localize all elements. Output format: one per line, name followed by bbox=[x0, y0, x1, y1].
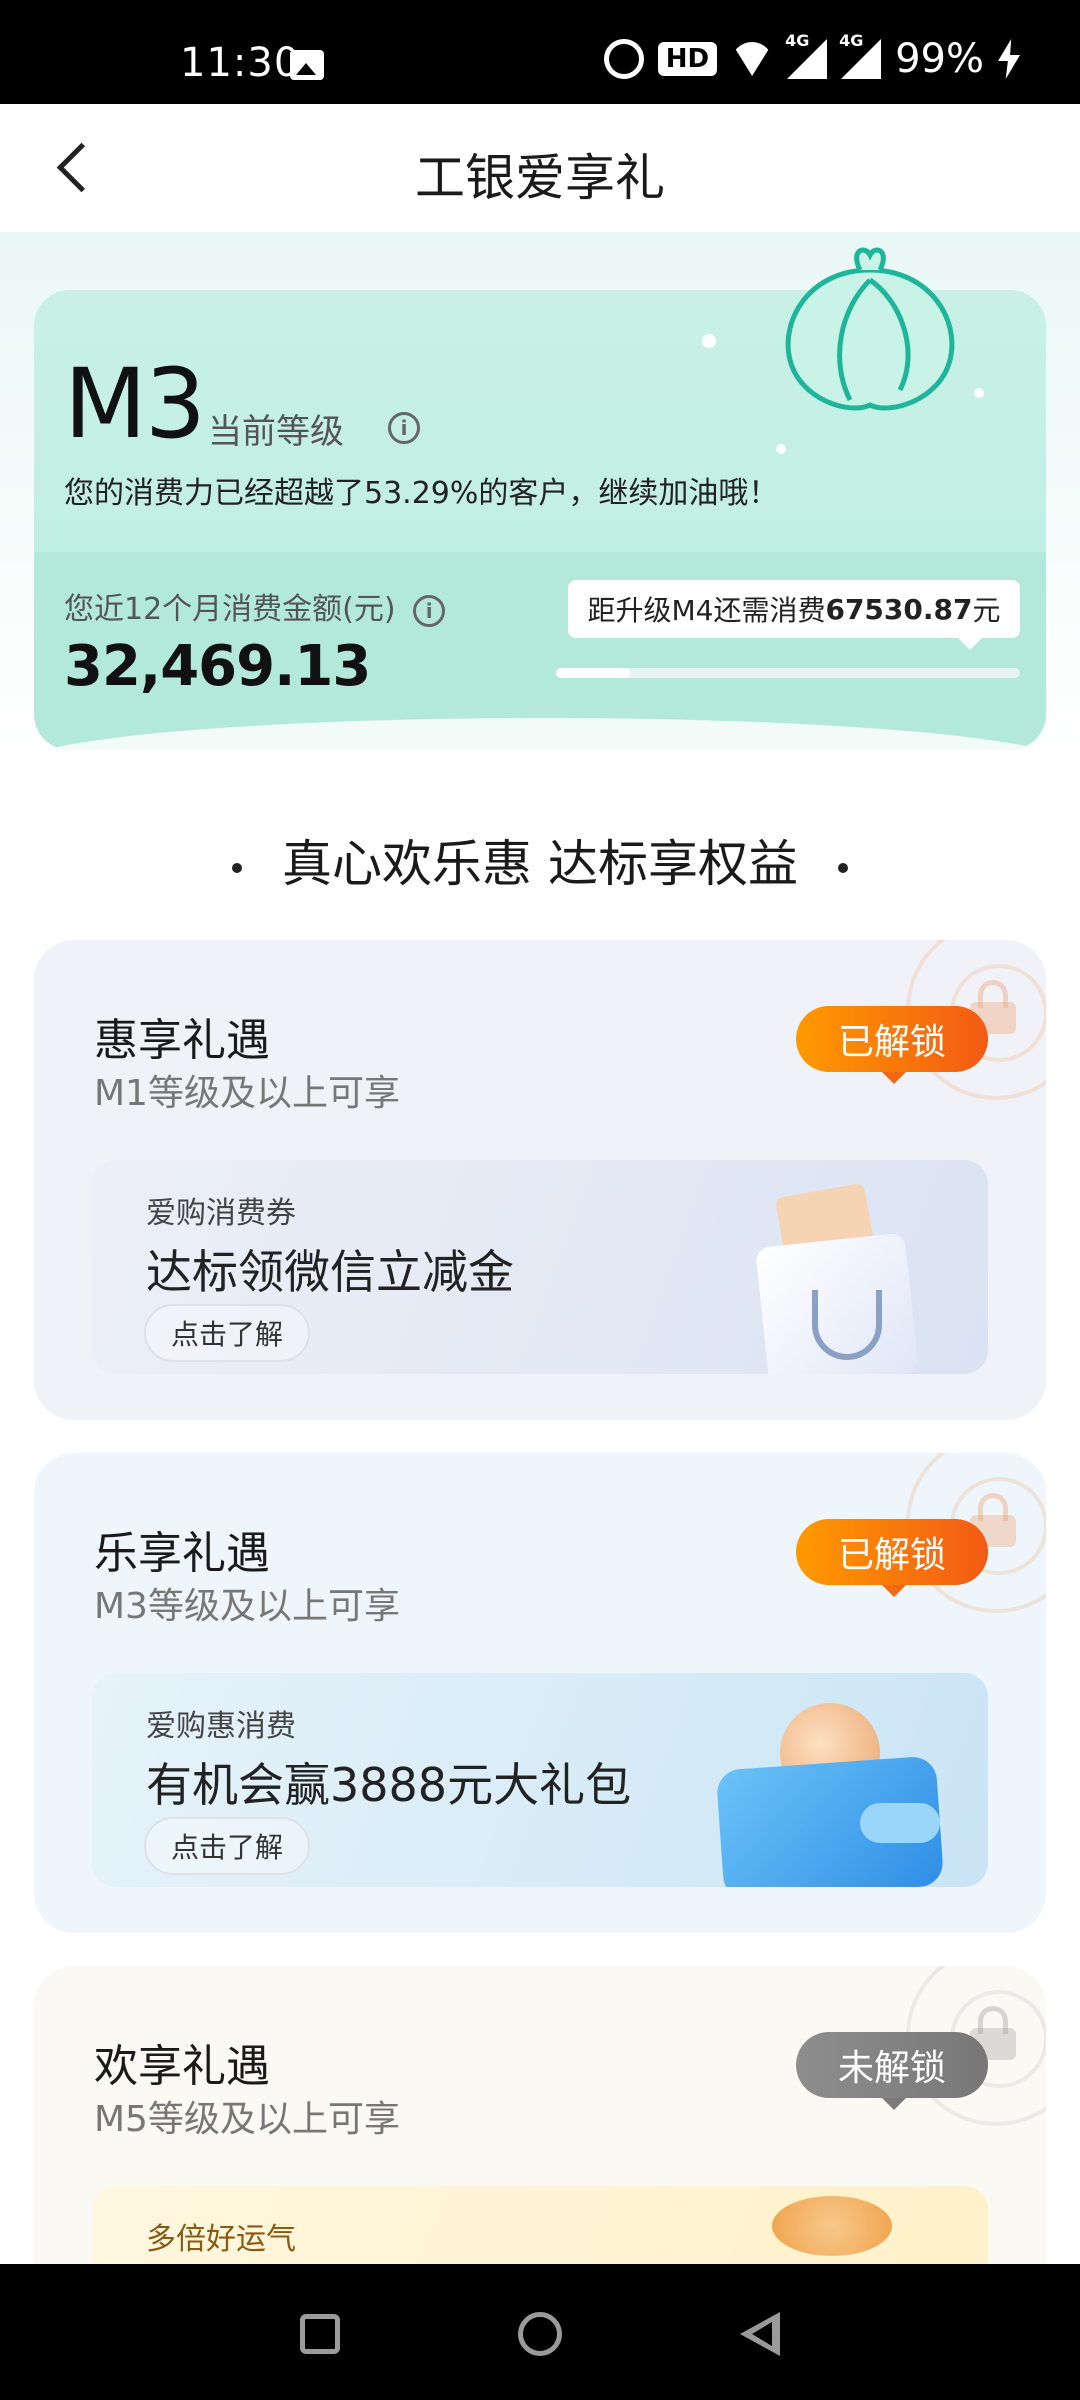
status-bar: 11:30 HD 4G 4G 99% bbox=[0, 0, 1080, 104]
recent-apps-icon[interactable] bbox=[300, 2314, 340, 2354]
benefit-requirement: M1等级及以上可享 bbox=[94, 1073, 400, 1114]
sparkle-dot bbox=[974, 388, 984, 398]
benefit-name: 欢享礼遇 bbox=[94, 2041, 270, 2092]
upgrade-progress-fill bbox=[556, 668, 631, 678]
level-code: M3 bbox=[64, 348, 206, 460]
upgrade-tooltip: 距升级M4还需消费 67530.87 元 bbox=[568, 580, 1020, 650]
sparkle-dot bbox=[702, 334, 716, 348]
battery-level: 99% bbox=[895, 36, 984, 82]
bullet-decoration bbox=[837, 862, 848, 873]
upgrade-prefix: 距升级M4还需消费 bbox=[587, 594, 826, 627]
image-notification-icon bbox=[290, 50, 324, 80]
status-badge: 未解锁 bbox=[796, 2032, 988, 2110]
signal-icon: 4G bbox=[839, 31, 882, 79]
offer-subtitle: 爱购消费券 bbox=[146, 1196, 296, 1231]
offer-subtitle: 多倍好运气 bbox=[146, 2222, 296, 2257]
network-type-label: 4G bbox=[785, 31, 810, 50]
charging-bolt-icon bbox=[998, 39, 1020, 79]
shopping-bag-icon bbox=[742, 1182, 919, 1374]
level-label: 当前等级 bbox=[208, 412, 344, 452]
status-badge: 已解锁 bbox=[796, 1519, 988, 1597]
benefit-name: 惠享礼遇 bbox=[94, 1015, 270, 1066]
level-description: 您的消费力已经超越了53.29%的客户，继续加油哦！ bbox=[64, 476, 779, 511]
offer-title: 达标领微信立减金 bbox=[146, 1245, 514, 1299]
offer-subtitle: 爱购惠消费 bbox=[146, 1709, 296, 1744]
wifi-icon bbox=[731, 42, 774, 76]
hd-badge: HD bbox=[657, 42, 718, 76]
back-icon[interactable] bbox=[740, 2312, 784, 2356]
app-header: 工银爱享礼 bbox=[0, 104, 1080, 232]
offer-panel[interactable]: 爱购消费券 达标领微信立减金 点击了解 bbox=[92, 1160, 988, 1374]
section-heading-text: 真心欢乐惠 达标享权益 bbox=[282, 835, 798, 893]
status-time: 11:30 bbox=[180, 40, 301, 86]
info-icon[interactable]: i bbox=[388, 412, 420, 444]
home-icon[interactable] bbox=[518, 2312, 562, 2356]
learn-more-button[interactable]: 点击了解 bbox=[144, 1817, 310, 1875]
page-title: 工银爱享礼 bbox=[415, 149, 665, 207]
learn-more-button[interactable]: 点击了解 bbox=[144, 1304, 310, 1362]
benefit-name: 乐享礼遇 bbox=[94, 1528, 270, 1579]
spend-label-group: 您近12个月消费金额(元) i bbox=[64, 584, 446, 628]
section-heading: 真心欢乐惠 达标享权益 bbox=[0, 824, 1080, 896]
sparkle-dot bbox=[776, 444, 786, 454]
wallet-coin-icon bbox=[715, 1703, 945, 1887]
network-type-label: 4G bbox=[839, 31, 864, 50]
bullet-decoration bbox=[232, 862, 243, 873]
benefit-requirement: M3等级及以上可享 bbox=[94, 1586, 400, 1627]
upgrade-amount: 67530.87 bbox=[825, 592, 973, 626]
system-nav-bar bbox=[0, 2264, 1080, 2400]
benefit-card-hui[interactable]: 惠享礼遇 M1等级及以上可享 已解锁 爱购消费券 达标领微信立减金 点击了解 bbox=[34, 940, 1046, 1420]
offer-panel[interactable]: 爱购惠消费 有机会赢3888元大礼包 点击了解 bbox=[92, 1673, 988, 1887]
info-icon[interactable]: i bbox=[413, 594, 446, 627]
spend-value: 32,469.13 bbox=[64, 634, 371, 699]
status-indicators: HD 4G 4G 99% bbox=[603, 31, 1020, 82]
upgrade-suffix: 元 bbox=[972, 594, 1001, 627]
mascot-icon bbox=[785, 247, 955, 411]
spend-label: 您近12个月消费金额(元) bbox=[64, 592, 396, 627]
offer-title: 有机会赢3888元大礼包 bbox=[146, 1758, 632, 1812]
upgrade-progress-bar bbox=[556, 668, 1020, 678]
benefit-requirement: M5等级及以上可享 bbox=[94, 2099, 400, 2140]
status-badge: 已解锁 bbox=[796, 1006, 988, 1084]
benefit-card-le[interactable]: 乐享礼遇 M3等级及以上可享 已解锁 爱购惠消费 有机会赢3888元大礼包 点击… bbox=[34, 1453, 1046, 1933]
level-label-group: 当前等级 i bbox=[208, 404, 420, 453]
alarm-icon bbox=[603, 39, 644, 79]
signal-icon: 4G bbox=[785, 31, 828, 79]
